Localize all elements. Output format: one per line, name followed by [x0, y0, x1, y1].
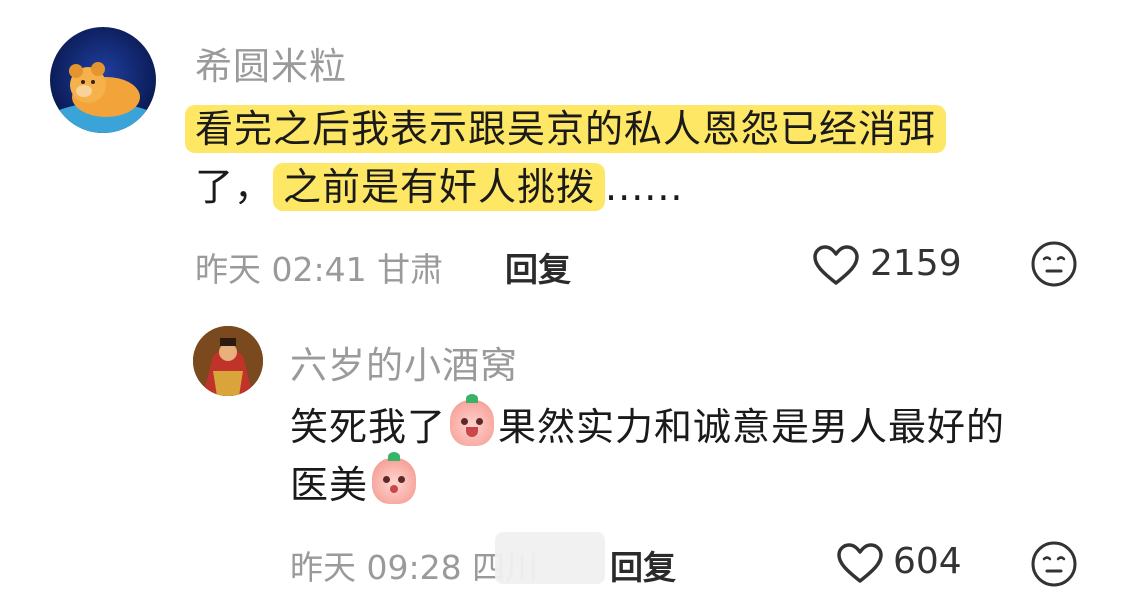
comment-text-segment: 了， [195, 165, 274, 209]
comment-text: 笑死我了 果然实力和诚意是男人最好的 医美 [290, 394, 1090, 514]
reply-button[interactable]: 回复 [610, 541, 676, 589]
laughing-crying-emoji [450, 394, 495, 446]
avatar[interactable] [193, 326, 263, 396]
avatar[interactable] [50, 27, 156, 133]
like-count: 2159 [870, 243, 962, 284]
comment-text-segment: 医美 [290, 463, 369, 507]
neutral-face-icon[interactable] [1030, 240, 1078, 288]
heart-outline-icon[interactable] [812, 244, 860, 286]
username[interactable]: 六岁的小酒窝 [290, 335, 518, 389]
highlighted-text: 之前是有奸人挑拨 [273, 163, 606, 211]
watermark-overlay [495, 532, 605, 584]
avatar-image [193, 326, 263, 396]
username[interactable]: 希圆米粒 [195, 36, 347, 90]
comment-timestamp: 昨天 02:41 甘肃 [195, 250, 444, 289]
comment-text-segment: ...... [605, 165, 684, 209]
like-count: 604 [893, 541, 962, 582]
comment-text: 看完之后我表示跟吴京的私人恩怨已经消弭 了， 之前是有奸人挑拨...... [185, 100, 1065, 216]
shy-emoji [372, 452, 417, 504]
reply-button[interactable]: 回复 [505, 243, 571, 291]
comment-text-segment: 笑死我了 [290, 405, 447, 449]
teddy-bear-image [50, 62, 156, 133]
highlighted-text: 看完之后我表示跟吴京的私人恩怨已经消弭 [185, 105, 947, 153]
comment-text-segment: 果然实力和诚意是男人最好的 [498, 405, 1006, 449]
heart-outline-icon[interactable] [836, 542, 884, 584]
neutral-face-icon[interactable] [1030, 540, 1078, 588]
